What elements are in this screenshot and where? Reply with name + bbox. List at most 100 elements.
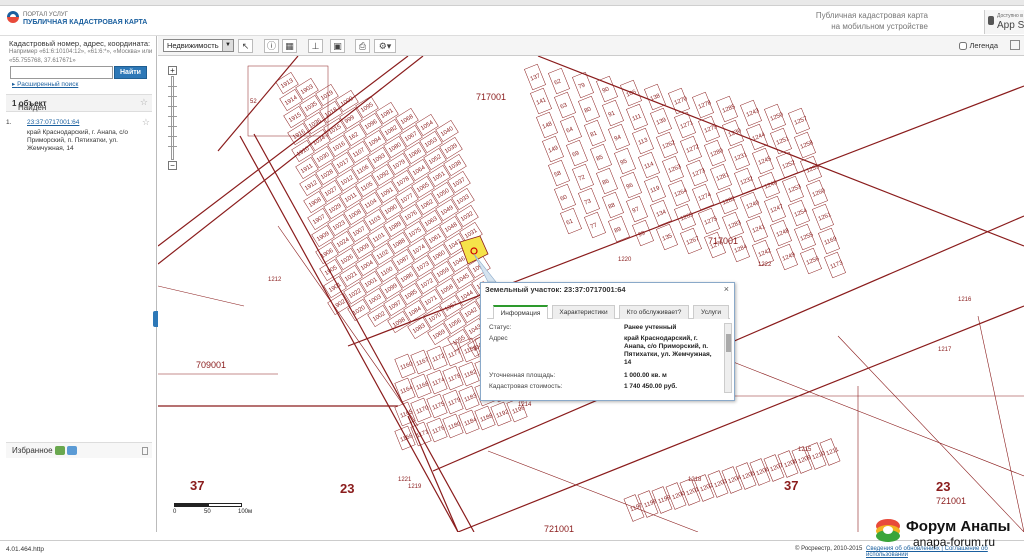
parcel-label: 61: [566, 218, 575, 226]
quarter-label: 721001: [936, 496, 966, 506]
measure-tool-icon[interactable]: ⊥: [308, 39, 323, 53]
parcel-label: 1271: [680, 120, 695, 131]
parcel-label: 148: [542, 121, 554, 131]
portal-title[interactable]: ПУБЛИЧНАЯ КАДАСТРОВАЯ КАРТА: [23, 19, 147, 26]
parcel-label: 1081: [380, 108, 395, 121]
parcel-label: 95: [620, 158, 629, 166]
mark-tool-icon[interactable]: ▣: [330, 39, 345, 53]
parcel-label: 1024: [336, 237, 351, 250]
import-favorite-icon[interactable]: [67, 446, 77, 455]
star-icon[interactable]: ☆: [140, 97, 148, 108]
tab-info[interactable]: Информация: [493, 305, 548, 319]
parcel-label: 135: [662, 233, 674, 243]
quarter-label: 721001: [544, 524, 574, 532]
close-icon[interactable]: ×: [724, 284, 729, 294]
search-button[interactable]: Найти: [114, 66, 147, 79]
parcel-label: 1206: [756, 466, 771, 477]
parcel-label: 1085: [404, 289, 419, 302]
parcel-label: 1033: [456, 194, 471, 207]
parcel-label: 1001: [364, 277, 379, 290]
print-icon[interactable]: ⎙: [355, 39, 370, 53]
parcel-label: 1052: [428, 154, 443, 167]
forum-name: Форум Анапы: [906, 518, 1011, 535]
parcel-label: 1200: [672, 490, 687, 501]
parcel-label: 1080: [388, 142, 403, 155]
legend-checkbox[interactable]: [959, 42, 968, 51]
trash-icon[interactable]: [142, 447, 148, 455]
parcel-label: 1082: [384, 125, 399, 138]
parcel-label: 1241: [752, 224, 767, 235]
parcel-label: 1179: [448, 397, 463, 408]
tab-services[interactable]: Услуги: [693, 305, 729, 319]
parcel-label: 1015: [328, 124, 343, 137]
add-favorite-icon[interactable]: [55, 446, 65, 455]
parcel-label: 1084: [408, 306, 423, 319]
parcel-label: 1172: [432, 353, 447, 364]
legend-toggle[interactable]: Легенда: [959, 41, 998, 51]
parcel-label: 1174: [432, 377, 447, 388]
parcel-label: 1096: [364, 119, 379, 132]
maximize-icon[interactable]: [1010, 40, 1020, 50]
parcel-label: 1204: [728, 474, 743, 485]
parcel-label: 88: [608, 202, 617, 210]
parcel-label: 1218: [688, 477, 702, 483]
tab-who-serves[interactable]: Кто обслуживает?: [619, 305, 689, 319]
favorites-bar: Избранное: [6, 442, 152, 458]
map-toolbar: Недвижимость ▼ ↖ ⓘ ▦ ⊥ ▣ ⎙ ⚙▾ Легенда: [158, 36, 1024, 56]
zoom-out-button[interactable]: −: [168, 161, 177, 170]
parcel-label: 1092: [376, 170, 391, 183]
zoom-in-button[interactable]: +: [168, 66, 177, 75]
parcel-label: 162: [348, 131, 360, 142]
parcel-label: 1023: [332, 220, 347, 233]
parcel-label: 1168: [416, 381, 431, 392]
parcel-label: 1039: [444, 143, 459, 156]
parcel-label: 1209: [798, 454, 813, 465]
parcel-label: 1219: [408, 484, 422, 490]
parcel-label: 1026: [340, 254, 355, 267]
mobile-promo[interactable]: Публичная кадастровая карта на мобильном…: [816, 10, 928, 32]
parcel-label: 1176: [432, 425, 447, 436]
parcel-label: 1245: [758, 156, 773, 167]
tab-characteristics[interactable]: Характеристики: [552, 305, 615, 319]
tools-dropdown-icon[interactable]: ⚙▾: [374, 39, 396, 53]
parcel-label: 77: [590, 222, 599, 230]
layers-tool-icon[interactable]: ▦: [282, 39, 297, 53]
parcel-label: 1087: [396, 255, 411, 268]
zoom-control[interactable]: + −: [168, 66, 177, 170]
forum-logo-icon: [876, 519, 900, 542]
parcel-label: 1205: [742, 470, 757, 481]
parcel-label: 1255: [800, 232, 815, 243]
advanced-search-link[interactable]: ▸ Расширенный поиск: [12, 80, 78, 88]
star-icon[interactable]: ☆: [142, 118, 150, 127]
parcel-label: 1018: [324, 107, 339, 120]
search-input[interactable]: [10, 66, 113, 79]
parcel-label: 1164: [400, 385, 415, 396]
parcel-label: 1208: [784, 458, 799, 469]
parcel-label: 1910: [296, 146, 311, 159]
parcel-label: 1071: [424, 295, 439, 308]
parcel-label: 96: [626, 182, 635, 190]
parcel-label: 1253: [788, 184, 803, 195]
info-tool-icon[interactable]: ⓘ: [264, 39, 279, 53]
parcel-label: 1058: [440, 284, 455, 297]
parcel-label: 119: [650, 185, 662, 194]
parcel-label: 94: [614, 134, 623, 142]
parcel-label: 1273: [692, 168, 707, 179]
quarter-label: 709001: [196, 360, 226, 370]
parcel-label: 79: [578, 82, 587, 90]
parcel-label: 1072: [420, 278, 435, 291]
parcel-label: 1242: [758, 248, 773, 259]
parcel-label: 1004: [360, 260, 375, 273]
info-row: Уточненная площадь: 1 000.00 кв. м: [489, 372, 667, 379]
parcel-label: 138: [650, 93, 662, 103]
popup-scrollbar[interactable]: [724, 323, 732, 393]
layer-select[interactable]: Недвижимость ▼: [163, 39, 234, 52]
zoom-slider[interactable]: [171, 76, 174, 160]
select-tool-icon[interactable]: ↖: [238, 39, 253, 53]
parcel-label: 1021: [344, 271, 359, 284]
parcel-label: 58: [554, 170, 563, 178]
result-cad-link[interactable]: 23:37:0717001:64: [27, 119, 79, 127]
parcel-label: 52: [250, 99, 257, 105]
appstore-button[interactable]: Доступно в App Store: [984, 10, 1024, 34]
parcel-label: 1107: [352, 147, 367, 159]
